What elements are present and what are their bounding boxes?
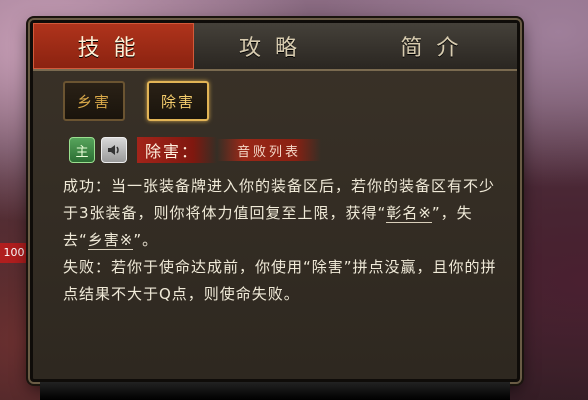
- tab-strategy[interactable]: 攻略: [194, 23, 356, 69]
- skill-button-xianghai[interactable]: 乡害: [63, 81, 125, 121]
- lord-skill-badge: 主: [69, 137, 95, 163]
- tab-skills[interactable]: 技能: [33, 23, 195, 69]
- term-xianghai[interactable]: 乡害※: [87, 231, 134, 250]
- skill-voice-list[interactable]: 音败列表: [217, 139, 322, 161]
- term-zhangming[interactable]: 彰名※: [386, 204, 432, 223]
- skill-description: 成功：当一张装备牌进入你的装备区后，若你的装备区有不少于3张装备，则你将体力值回…: [63, 173, 508, 308]
- skill-button-chuhai[interactable]: 除害: [147, 81, 209, 121]
- skill-name: 除害：: [137, 137, 218, 163]
- bottom-bar: [40, 382, 510, 400]
- skill-selector: 乡害 除害: [63, 81, 209, 121]
- speaker-icon[interactable]: [101, 137, 127, 163]
- success-condition: 成功：当一张装备牌进入你的装备区后，若你的装备区有不少于3张装备，则你将体力值回…: [63, 177, 496, 250]
- skill-header: 主 除害： 音败列表: [69, 135, 322, 165]
- tab-bar: 技能 攻略 简介: [33, 23, 517, 71]
- speaker-glyph-icon: [108, 145, 119, 155]
- side-counter-tag: 100: [0, 243, 28, 263]
- skill-info-panel: 技能 攻略 简介 乡害 除害 主 除害： 音败列表 成功：当一张装备牌进入你的装…: [30, 20, 520, 382]
- failure-condition: 失败：若你于使命达成前，你使用“除害”拼点没赢，且你的拼点结果不大于Q点，则使命…: [63, 258, 497, 303]
- tab-intro[interactable]: 简介: [355, 23, 517, 69]
